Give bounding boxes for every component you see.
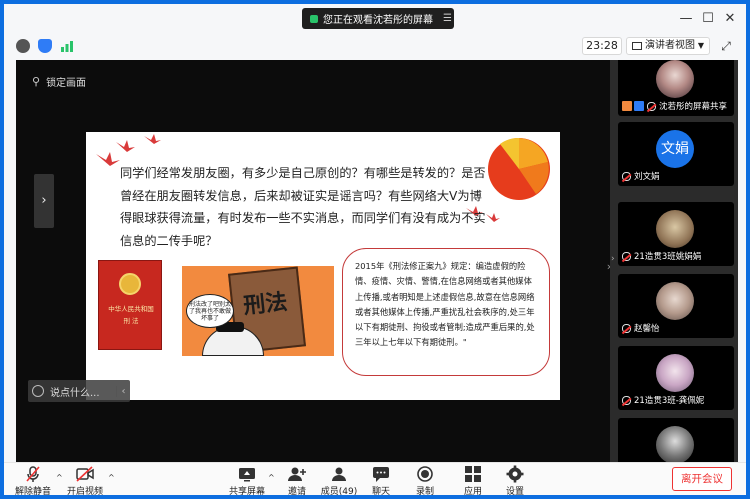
participant-name-text: 21造贯3班姚娟娟	[634, 252, 702, 262]
book-title-line2: 刑 法	[123, 317, 139, 325]
apps-label: 应用	[463, 487, 482, 495]
chat-placeholder[interactable]: 说点什么...	[50, 384, 100, 399]
members-label: 成员(49)	[320, 487, 358, 495]
minimize-button[interactable]: —	[678, 11, 694, 27]
participant-name-text: 沈若彤的屏幕共享	[659, 102, 728, 112]
national-emblem-icon	[119, 273, 141, 295]
lock-view-label: 锁定画面	[46, 78, 87, 89]
lock-view-button[interactable]: ⚲ 锁定画面	[32, 74, 86, 89]
participant-name-text: 刘文娟	[634, 172, 660, 182]
title-bar: 您正在观看沈若彤的屏幕 ☰ — ☐ ✕	[4, 4, 746, 34]
emoji-icon[interactable]	[32, 385, 44, 397]
speech-bubble: 刑法改了吧别太了我再也不敢做坏事了	[186, 294, 234, 328]
add-user-icon	[288, 467, 306, 481]
unmute-button[interactable]: 解除静音	[10, 465, 56, 495]
participant-tile[interactable]: 21造贯3班-龚佩妮	[618, 346, 734, 410]
avatar	[656, 60, 694, 98]
participant-name: 沈若彤的屏幕共享	[622, 100, 727, 112]
chat-input-bar[interactable]: 说点什么... ‹	[28, 380, 130, 402]
unmute-label: 解除静音	[14, 487, 51, 495]
close-button[interactable]: ✕	[722, 11, 738, 27]
panel-collapse-button[interactable]: ›	[611, 254, 615, 264]
meeting-window: 您正在观看沈若彤的屏幕 ☰ — ☐ ✕ 23:28 演讲者视图 ▼ ⤢ ⚲ 锁定…	[4, 4, 746, 495]
share-screen-icon	[239, 468, 255, 482]
view-mode-label: 演讲者视图	[645, 40, 695, 51]
mic-muted-icon	[647, 101, 656, 111]
invite-label: 邀请	[287, 487, 306, 495]
participant-name: 21造贯3班姚娟娟	[622, 250, 701, 262]
participant-tile[interactable]: 21造贯3班姚娟娟	[618, 202, 734, 266]
avatar	[656, 426, 694, 462]
mic-muted-icon	[622, 323, 631, 333]
prev-page-button[interactable]: ›	[34, 174, 54, 228]
apps-button[interactable]: 应用	[450, 465, 496, 495]
participant-name: 赵馨怡	[622, 322, 660, 334]
participant-tile[interactable]: 文娟 刘文娟	[618, 122, 734, 186]
pin-icon: ⚲	[32, 75, 41, 88]
chevron-down-icon: ▼	[697, 41, 704, 50]
info-icon[interactable]	[16, 39, 30, 53]
share-screen-button[interactable]: 共享屏幕	[224, 465, 270, 495]
cartoon-illustration: 刑法 刑法改了吧别太了我再也不敢做坏事了	[182, 266, 334, 356]
tome-title: 刑法	[242, 288, 289, 320]
participant-tile[interactable]: 赵馨怡	[618, 274, 734, 338]
settings-label: 设置	[505, 487, 524, 495]
meeting-toolbar: 23:28 演讲者视图 ▼ ⤢	[4, 34, 746, 58]
criminal-law-book-image: 中华人民共和国 刑 法	[98, 260, 162, 350]
avatar: 文娟	[656, 130, 694, 168]
presentation-slide: 同学们经常发朋友圈，有多少是自己原创的？有哪些是转发的？是否曾经在朋友圈转发信息…	[86, 132, 560, 400]
mic-muted-icon	[622, 171, 631, 181]
start-video-label: 开启视频	[66, 487, 103, 495]
chat-button[interactable]: 聊天	[358, 465, 404, 495]
signal-icon[interactable]	[60, 39, 74, 53]
shield-icon[interactable]	[38, 39, 52, 53]
share-screen-label: 共享屏幕	[228, 487, 265, 495]
screen-share-icon	[310, 14, 318, 23]
mic-muted-icon	[622, 395, 631, 405]
participant-tile[interactable]: 沈若彤的屏幕共享	[618, 60, 734, 116]
avatar	[656, 210, 694, 248]
mic-muted-icon	[26, 466, 40, 482]
avatar	[656, 354, 694, 392]
chat-label: 聊天	[371, 487, 390, 495]
mic-muted-icon	[622, 251, 631, 261]
chat-icon	[373, 467, 389, 482]
start-video-button[interactable]: 开启视频	[62, 465, 108, 495]
participant-name: 21造贯3班-龚佩妮	[622, 394, 704, 406]
apps-icon	[465, 466, 481, 482]
video-options-caret[interactable]: ^	[108, 473, 115, 482]
gear-icon	[506, 465, 524, 483]
menu-icon[interactable]: ☰	[443, 13, 452, 24]
sharing-status-pill[interactable]: 您正在观看沈若彤的屏幕 ☰	[302, 8, 454, 29]
record-label: 录制	[415, 487, 434, 495]
settings-button[interactable]: 设置	[492, 465, 538, 495]
layout-icon	[632, 42, 642, 50]
participant-name-text: 赵馨怡	[634, 324, 660, 334]
law-quote-box: 2015年《刑法修正案九》规定：编造虚假的险情、疫情、灾情、警情,在信息网络或者…	[342, 248, 550, 376]
participant-name-text: 21造贯3班-龚佩妮	[634, 396, 705, 406]
invite-button[interactable]: 邀请	[274, 465, 320, 495]
video-off-icon	[76, 466, 94, 482]
decorative-sun	[488, 137, 550, 200]
record-icon	[417, 466, 433, 482]
chat-collapse-icon[interactable]: ‹	[116, 385, 130, 397]
participant-panel: 沈若彤的屏幕共享 文娟 刘文娟 21造贯3班姚娟娟 赵馨怡 21造贯3班-龚佩妮	[610, 60, 738, 462]
participant-name: 刘文娟	[622, 170, 660, 182]
book-title-line1: 中华人民共和国	[108, 305, 154, 313]
sharing-status-text: 您正在观看沈若彤的屏幕	[323, 15, 433, 26]
slide-question-text: 同学们经常发朋友圈，有多少是自己原创的？有哪些是转发的？是否曾经在朋友圈转发信息…	[120, 166, 486, 248]
fullscreen-icon[interactable]: ⤢	[718, 38, 734, 54]
screen-share-icon	[622, 101, 644, 111]
view-mode-dropdown[interactable]: 演讲者视图 ▼	[626, 37, 710, 55]
meeting-timer: 23:28	[582, 37, 622, 55]
maximize-button[interactable]: ☐	[700, 11, 716, 27]
shared-screen-stage: ⚲ 锁定画面 › 同学们经常发朋友圈，有多少是自己原创的？有哪些是转发的？是否曾…	[16, 60, 611, 462]
members-button[interactable]: 成员(49)	[316, 465, 362, 495]
bottom-control-bar: 解除静音 ^ 开启视频 ^ 共享屏幕 ^ 邀请 成员(49) 聊天 录制 应用 …	[4, 462, 746, 495]
avatar	[656, 282, 694, 320]
members-icon	[332, 467, 346, 481]
leave-meeting-button[interactable]: 离开会议	[672, 467, 732, 491]
participant-tile[interactable]	[618, 418, 734, 462]
record-button[interactable]: 录制	[402, 465, 448, 495]
